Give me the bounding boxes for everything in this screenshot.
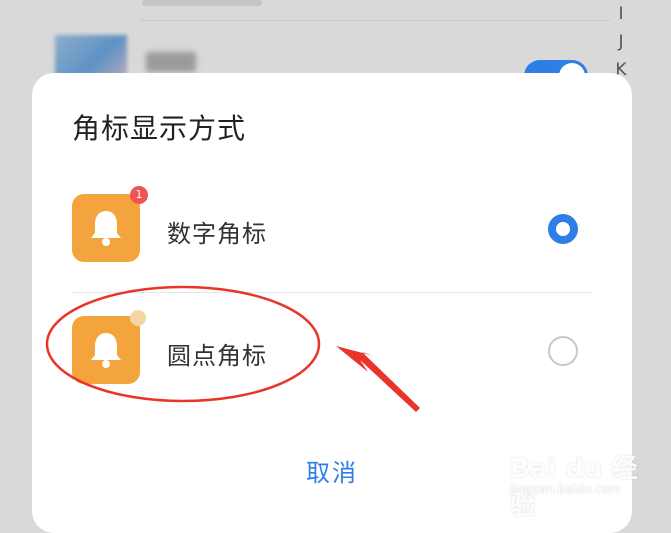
- annotation-overlay: [45, 285, 420, 412]
- watermark-subtext: jingyan.baidu.com: [510, 482, 621, 496]
- baidu-jingyan-watermark: Bai du 经验 jingyan.baidu.com: [510, 440, 660, 521]
- annotation-arrow: [336, 346, 420, 412]
- annotation-ellipse: [45, 285, 321, 403]
